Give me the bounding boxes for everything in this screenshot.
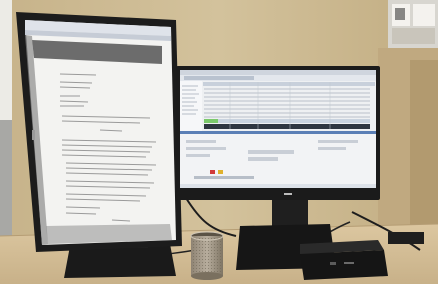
portrait-monitor	[16, 12, 182, 278]
pen-cup	[190, 231, 224, 280]
app-titlebar	[180, 70, 376, 75]
docking-station	[300, 240, 388, 280]
usb-hub	[388, 232, 424, 244]
grid-row-dark	[204, 124, 370, 129]
window-frame	[388, 0, 438, 51]
app-statusbar	[180, 184, 376, 188]
scene-svg	[0, 0, 438, 284]
right-cabinet-shadow	[410, 60, 438, 240]
grid-row-highlight	[204, 119, 218, 123]
app-ribbon-icons	[184, 76, 254, 80]
brand-logo	[284, 193, 292, 195]
status-icon-red	[210, 170, 215, 174]
grid-header	[203, 82, 375, 86]
brand-logo	[32, 130, 35, 140]
detail-footer-text	[194, 176, 254, 179]
status-icon-yellow	[218, 170, 223, 174]
detail-panel-header	[180, 131, 376, 134]
office-desk-photo	[0, 0, 438, 284]
grid-row-selected	[218, 119, 370, 123]
left-edge-shadow	[0, 120, 12, 240]
